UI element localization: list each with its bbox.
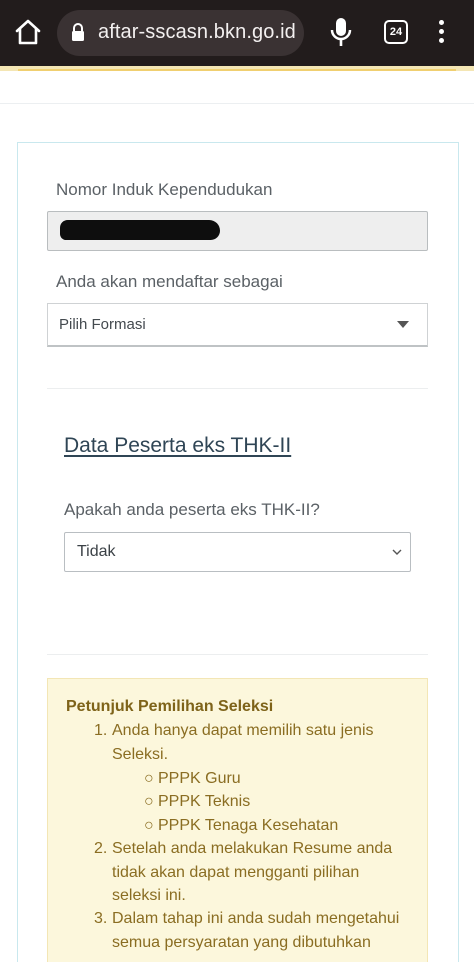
list-number: 1. — [94, 722, 108, 739]
instructions-title: Petunjuk Pemilihan Seleksi — [66, 698, 274, 715]
bullet-icon: ○ — [144, 817, 154, 834]
thk-section-title: Data Peserta eks THK-II — [64, 434, 292, 457]
bullet-icon: ○ — [144, 770, 154, 787]
chevron-down-icon — [392, 549, 402, 555]
thk-select-value: Tidak — [77, 543, 116, 560]
list-item-text: Setelah anda melakukan Resume anda — [112, 840, 393, 857]
list-item-text: semua persyaratan yang dibutuhkan — [112, 934, 371, 951]
sub-list-item: PPPK Guru — [158, 770, 241, 787]
lock-icon — [72, 23, 84, 41]
list-number: 2. — [94, 840, 108, 857]
home-icon[interactable] — [14, 18, 42, 46]
list-item-text: tidak akan dapat mengganti pilihan — [112, 864, 360, 881]
formasi-select[interactable]: Pilih Formasi — [47, 303, 428, 347]
list-item-text: Dalam tahap ini anda sudah mengetahui — [112, 910, 400, 927]
nik-field — [47, 211, 428, 251]
formasi-select-value: Pilih Formasi — [59, 316, 146, 333]
divider — [47, 654, 428, 655]
microphone-icon[interactable] — [330, 17, 352, 47]
url-text: aftar-sscasn.bkn.go.id — [98, 21, 296, 43]
browser-toolbar: aftar-sscasn.bkn.go.id 24 — [0, 0, 474, 66]
sub-list-item: PPPK Tenaga Kesehatan — [158, 817, 339, 834]
selection-instructions-box: Petunjuk Pemilihan Seleksi 1. Anda hanya… — [47, 678, 428, 962]
caret-down-icon — [397, 321, 409, 328]
divider — [0, 103, 474, 104]
bullet-icon: ○ — [144, 793, 154, 810]
list-item-text: seleksi ini. — [112, 887, 186, 904]
overflow-menu-icon[interactable] — [436, 20, 446, 46]
thk-question-label: Apakah anda peserta eks THK-II? — [64, 500, 320, 519]
list-number: 3. — [94, 910, 108, 927]
divider — [47, 388, 428, 389]
thk-select[interactable]: Tidak — [64, 532, 411, 572]
list-item-text: Seleksi. — [112, 746, 169, 763]
list-item-text: Anda hanya dapat memilih satu jenis — [112, 722, 374, 739]
address-bar[interactable]: aftar-sscasn.bkn.go.id — [57, 10, 304, 56]
alert-strip — [0, 66, 474, 71]
nik-label: Nomor Induk Kependudukan — [56, 180, 273, 199]
daftar-label: Anda akan mendaftar sebagai — [56, 272, 283, 291]
sub-list-item: PPPK Teknis — [158, 793, 251, 810]
redacted-value — [60, 220, 220, 240]
tab-switcher-button[interactable]: 24 — [384, 20, 408, 44]
